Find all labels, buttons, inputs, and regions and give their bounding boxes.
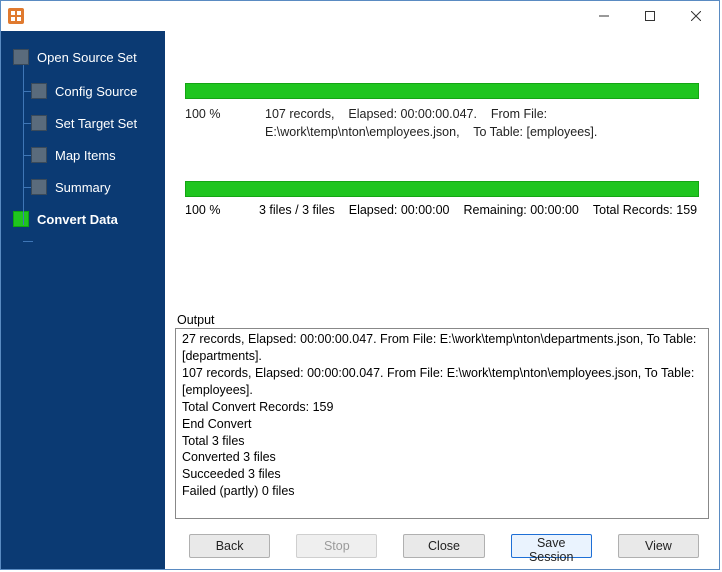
total-progress-block: 100 % 3 files / 3 files Elapsed: 00:00:0…: [175, 181, 709, 217]
step-icon: [31, 83, 47, 99]
total-progress-remaining: Remaining: 00:00:00: [464, 203, 579, 217]
window: Open Source Set Config Source Set Target…: [0, 0, 720, 570]
sidebar-item-config-source[interactable]: Config Source: [9, 77, 157, 105]
sidebar-item-convert-data[interactable]: Convert Data: [9, 205, 157, 233]
close-button[interactable]: [673, 1, 719, 31]
total-progress-files: 3 files / 3 files: [259, 203, 335, 217]
file-progress-details: 107 records, Elapsed: 00:00:00.047. From…: [265, 105, 699, 141]
sidebar-item-summary[interactable]: Summary: [9, 173, 157, 201]
output-textarea[interactable]: 27 records, Elapsed: 00:00:00.047. From …: [175, 328, 709, 519]
back-button[interactable]: Back: [189, 534, 270, 558]
main-panel: 100 % 107 records, Elapsed: 00:00:00.047…: [165, 31, 719, 569]
step-icon: [31, 179, 47, 195]
file-progress-bar: [185, 83, 699, 99]
output-line: Total 3 files: [182, 433, 702, 450]
window-controls: [581, 1, 719, 31]
step-icon: [31, 115, 47, 131]
sidebar-item-open-source-set[interactable]: Open Source Set: [9, 43, 157, 71]
sidebar-item-map-items[interactable]: Map Items: [9, 141, 157, 169]
step-icon-active: [13, 211, 29, 227]
step-icon: [13, 49, 29, 65]
step-icon: [31, 147, 47, 163]
total-progress-total: Total Records: 159: [593, 203, 697, 217]
stop-button[interactable]: Stop: [296, 534, 377, 558]
output-line: Total Convert Records: 159: [182, 399, 702, 416]
total-progress-percent: 100 %: [185, 203, 245, 217]
close-wizard-button[interactable]: Close: [403, 534, 484, 558]
sidebar: Open Source Set Config Source Set Target…: [1, 31, 165, 569]
output-line: End Convert: [182, 416, 702, 433]
view-button[interactable]: View: [618, 534, 699, 558]
output-line: Succeeded 3 files: [182, 466, 702, 483]
output-line: Converted 3 files: [182, 449, 702, 466]
file-progress-block: 100 % 107 records, Elapsed: 00:00:00.047…: [175, 83, 709, 141]
file-progress-percent: 100 %: [185, 105, 245, 141]
sidebar-item-set-target-set[interactable]: Set Target Set: [9, 109, 157, 137]
total-progress-bar: [185, 181, 699, 197]
output-line: 107 records, Elapsed: 00:00:00.047. From…: [182, 365, 702, 399]
button-bar: Back Stop Close Save Session View: [165, 523, 719, 569]
output-line: 27 records, Elapsed: 00:00:00.047. From …: [182, 331, 702, 365]
save-session-button[interactable]: Save Session: [511, 534, 592, 558]
app-icon: [7, 7, 25, 25]
output-line: Failed (partly) 0 files: [182, 483, 702, 500]
output-label: Output: [175, 313, 709, 327]
minimize-button[interactable]: [581, 1, 627, 31]
total-progress-elapsed: Elapsed: 00:00:00: [349, 203, 450, 217]
maximize-button[interactable]: [627, 1, 673, 31]
titlebar: [1, 1, 719, 31]
